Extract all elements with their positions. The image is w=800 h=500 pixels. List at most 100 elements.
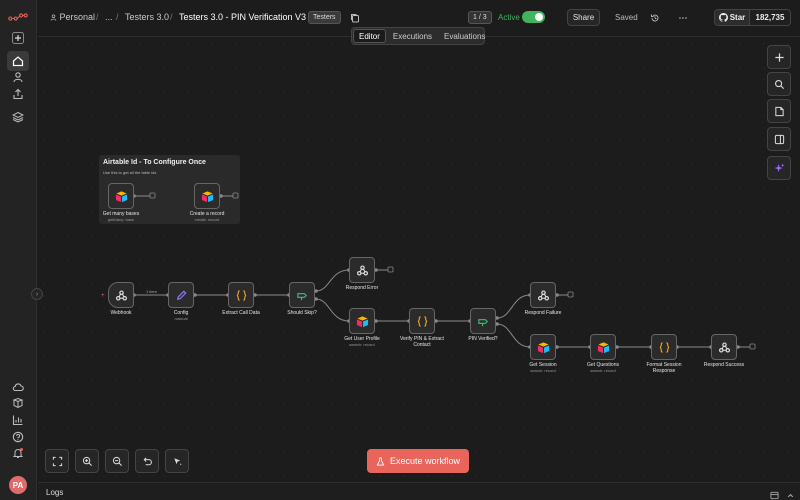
notifications-icon[interactable] <box>7 443 29 463</box>
fit-view-button[interactable] <box>45 449 69 473</box>
share-icon[interactable] <box>7 84 29 104</box>
node-get-session[interactable] <box>530 334 556 360</box>
node-label-line2: Contact <box>413 342 431 348</box>
if-icon <box>296 292 307 300</box>
execute-workflow-button[interactable]: Execute workflow <box>367 449 469 473</box>
toggle-panel-button[interactable] <box>767 127 791 151</box>
node-get-questions[interactable] <box>590 334 616 360</box>
ai-assistant-button[interactable] <box>767 156 791 180</box>
node-subtitle: getMany: base <box>107 217 135 222</box>
chevron-up-icon[interactable] <box>786 487 795 500</box>
node-respond-success[interactable] <box>711 334 737 360</box>
search-nodes-button[interactable] <box>767 72 791 96</box>
sticky-subtitle: Use this to get all the table ids <box>103 170 157 175</box>
node-format-session-response[interactable] <box>651 334 677 360</box>
share-button[interactable]: Share <box>567 9 600 26</box>
github-star-count: 182,735 <box>750 10 790 25</box>
view-tabs: Editor Executions Evaluations <box>351 27 485 45</box>
note-icon <box>774 106 784 116</box>
github-star: Star <box>715 10 750 25</box>
left-sidebar: PA <box>0 0 37 500</box>
breadcrumb-separator: / <box>170 12 173 22</box>
history-icon[interactable] <box>650 13 660 23</box>
node-webhook[interactable] <box>108 282 134 308</box>
edge-item-count: 1 item <box>146 289 157 294</box>
node-respond-failure[interactable] <box>530 282 556 308</box>
undo-button[interactable] <box>135 449 159 473</box>
node-subtitle: manual <box>174 316 188 321</box>
if-icon <box>477 318 488 326</box>
code-icon <box>417 315 427 327</box>
zoom-out-icon <box>112 456 122 466</box>
breadcrumb-separator: / <box>116 12 119 22</box>
flask-icon <box>376 456 385 466</box>
zoom-in-icon <box>82 456 92 466</box>
sparkle-icon <box>773 162 785 172</box>
user-avatar[interactable]: PA <box>9 476 27 494</box>
code-icon <box>236 289 246 301</box>
active-toggle[interactable] <box>522 11 545 23</box>
node-label: Respond Success <box>703 362 745 368</box>
n8n-logo-icon[interactable] <box>5 7 31 27</box>
active-label: Active <box>498 13 520 22</box>
panel-icon <box>774 134 784 144</box>
zoom-in-button[interactable] <box>75 449 99 473</box>
version-pager[interactable]: 1 / 3 <box>468 11 492 24</box>
node-config[interactable] <box>168 282 194 308</box>
undo-icon <box>143 456 152 465</box>
node-get-many-bases[interactable] <box>108 183 134 209</box>
node-respond-error[interactable] <box>349 257 375 283</box>
tab-evaluations[interactable]: Evaluations <box>439 29 490 43</box>
add-icon[interactable] <box>7 28 29 48</box>
n8n-app: PA Personal / ... / Testers 3.0 / Tester… <box>0 0 800 500</box>
airtable-icon <box>537 341 549 353</box>
saved-status: Saved <box>615 13 638 22</box>
airtable-icon <box>201 190 213 202</box>
node-subtitle: create: record <box>194 217 220 222</box>
layers-icon[interactable] <box>7 107 29 127</box>
more-options-icon[interactable] <box>678 13 688 23</box>
plus-icon <box>774 52 784 62</box>
zoom-out-button[interactable] <box>105 449 129 473</box>
add-node-button[interactable] <box>767 45 791 69</box>
search-icon <box>774 79 784 89</box>
node-label: PIN Verified? <box>468 336 498 342</box>
workflow-canvas[interactable]: › <box>31 38 800 482</box>
breadcrumb-ellipsis[interactable]: ... <box>105 12 113 22</box>
user-icon <box>50 14 57 21</box>
node-get-user-profile[interactable] <box>349 308 375 334</box>
webhook-icon <box>718 341 730 353</box>
tab-executions[interactable]: Executions <box>388 29 437 43</box>
webhook-icon <box>537 289 549 301</box>
pencil-icon <box>176 289 187 300</box>
node-label-line2: Response <box>652 368 676 374</box>
node-should-skip[interactable] <box>289 282 315 308</box>
node-create-record[interactable] <box>194 183 220 209</box>
duplicate-icon[interactable] <box>350 13 360 23</box>
webhook-icon <box>356 264 368 276</box>
github-star-button[interactable]: Star 182,735 <box>714 9 791 26</box>
popout-icon[interactable] <box>770 487 779 500</box>
webhook-icon <box>115 289 127 301</box>
node-extract-call-data[interactable] <box>228 282 254 308</box>
breadcrumb-project[interactable]: Personal <box>50 12 95 22</box>
node-verify-pin[interactable] <box>409 308 435 334</box>
tab-editor[interactable]: Editor <box>353 29 386 43</box>
logs-panel[interactable]: Logs <box>38 482 800 500</box>
node-label: Respond Error <box>345 285 379 291</box>
workflow-tag[interactable]: Testers <box>308 11 341 24</box>
tidy-up-button[interactable] <box>165 449 189 473</box>
node-label: Respond Failure <box>524 310 562 316</box>
github-icon <box>718 13 728 22</box>
node-pin-verified[interactable] <box>470 308 496 334</box>
breadcrumb-folder[interactable]: Testers 3.0 <box>125 12 169 22</box>
expand-sidebar-icon[interactable]: › <box>31 288 43 300</box>
sticky-note-button[interactable] <box>767 99 791 123</box>
logs-label: Logs <box>46 488 64 497</box>
airtable-icon <box>597 341 609 353</box>
workflow-title[interactable]: Testers 3.0 - PIN Verification V3 <box>179 12 306 22</box>
code-icon <box>659 341 669 353</box>
airtable-icon <box>115 190 127 202</box>
sticky-title: Airtable Id - To Configure Once <box>103 159 206 166</box>
breadcrumb-separator: / <box>96 12 99 22</box>
